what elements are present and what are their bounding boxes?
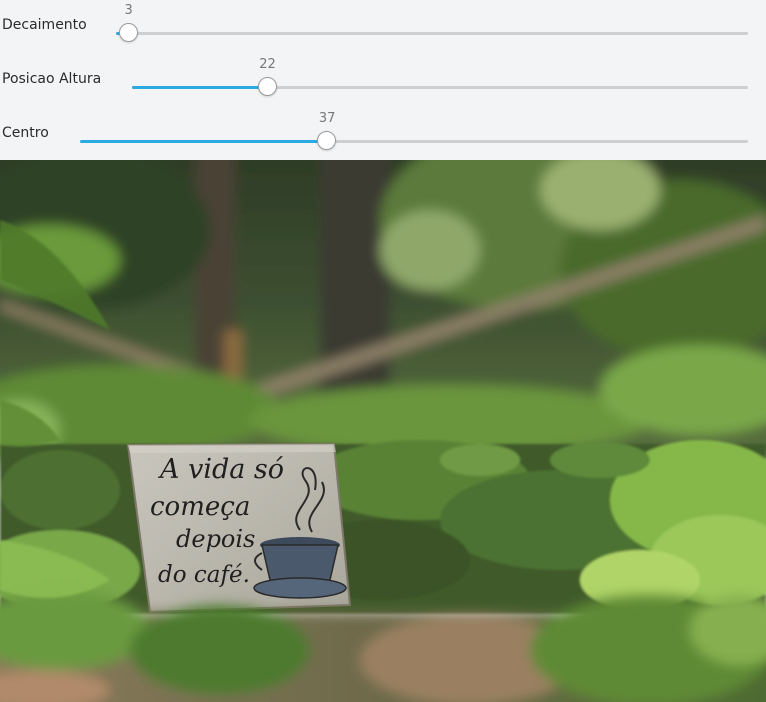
- slider-track-centro[interactable]: 37: [80, 111, 748, 150]
- slider-fill-centro: [80, 140, 328, 143]
- slider-thumb-posicao-altura[interactable]: [257, 77, 277, 96]
- slider-track-posicao-altura[interactable]: 22: [132, 57, 748, 96]
- slider-label-posicao-altura: Posicao Altura: [2, 71, 102, 87]
- slider-thumb-centro[interactable]: [317, 131, 337, 150]
- app-window: Decaimento 3 Posicao Altura 22 Centro 37: [0, 0, 766, 702]
- slider-label-decaimento: Decaimento: [2, 17, 87, 33]
- slider-track-decaimento[interactable]: 3: [116, 3, 748, 42]
- blurred-background: [0, 160, 766, 460]
- sign-line-3: depois: [176, 525, 255, 553]
- sign-line-1: A vida só: [157, 454, 284, 485]
- slider-value-posicao-altura: 22: [259, 57, 276, 72]
- photo-preview: A vida só começa depois do café.: [0, 160, 766, 702]
- slider-panel: Decaimento 3 Posicao Altura 22 Centro 37: [0, 0, 766, 160]
- slider-value-decaimento: 3: [124, 3, 133, 18]
- slider-row-decaimento: Decaimento 3: [0, 0, 766, 54]
- slider-row-posicao-altura: Posicao Altura 22: [0, 54, 766, 108]
- slider-label-centro: Centro: [2, 125, 49, 141]
- slider-thumb-decaimento[interactable]: [118, 23, 138, 42]
- chalk-sign: A vida só começa depois do café.: [126, 442, 352, 614]
- sign-line-4: do café.: [158, 562, 250, 588]
- sharp-foliage-band: [0, 440, 766, 614]
- slider-fill-posicao-altura: [132, 86, 268, 89]
- slider-value-centro: 37: [318, 111, 336, 126]
- sign-line-2: começa: [150, 492, 250, 522]
- slider-row-centro: Centro 37: [0, 108, 766, 162]
- garden-photo-image: A vida só começa depois do café.: [0, 160, 766, 702]
